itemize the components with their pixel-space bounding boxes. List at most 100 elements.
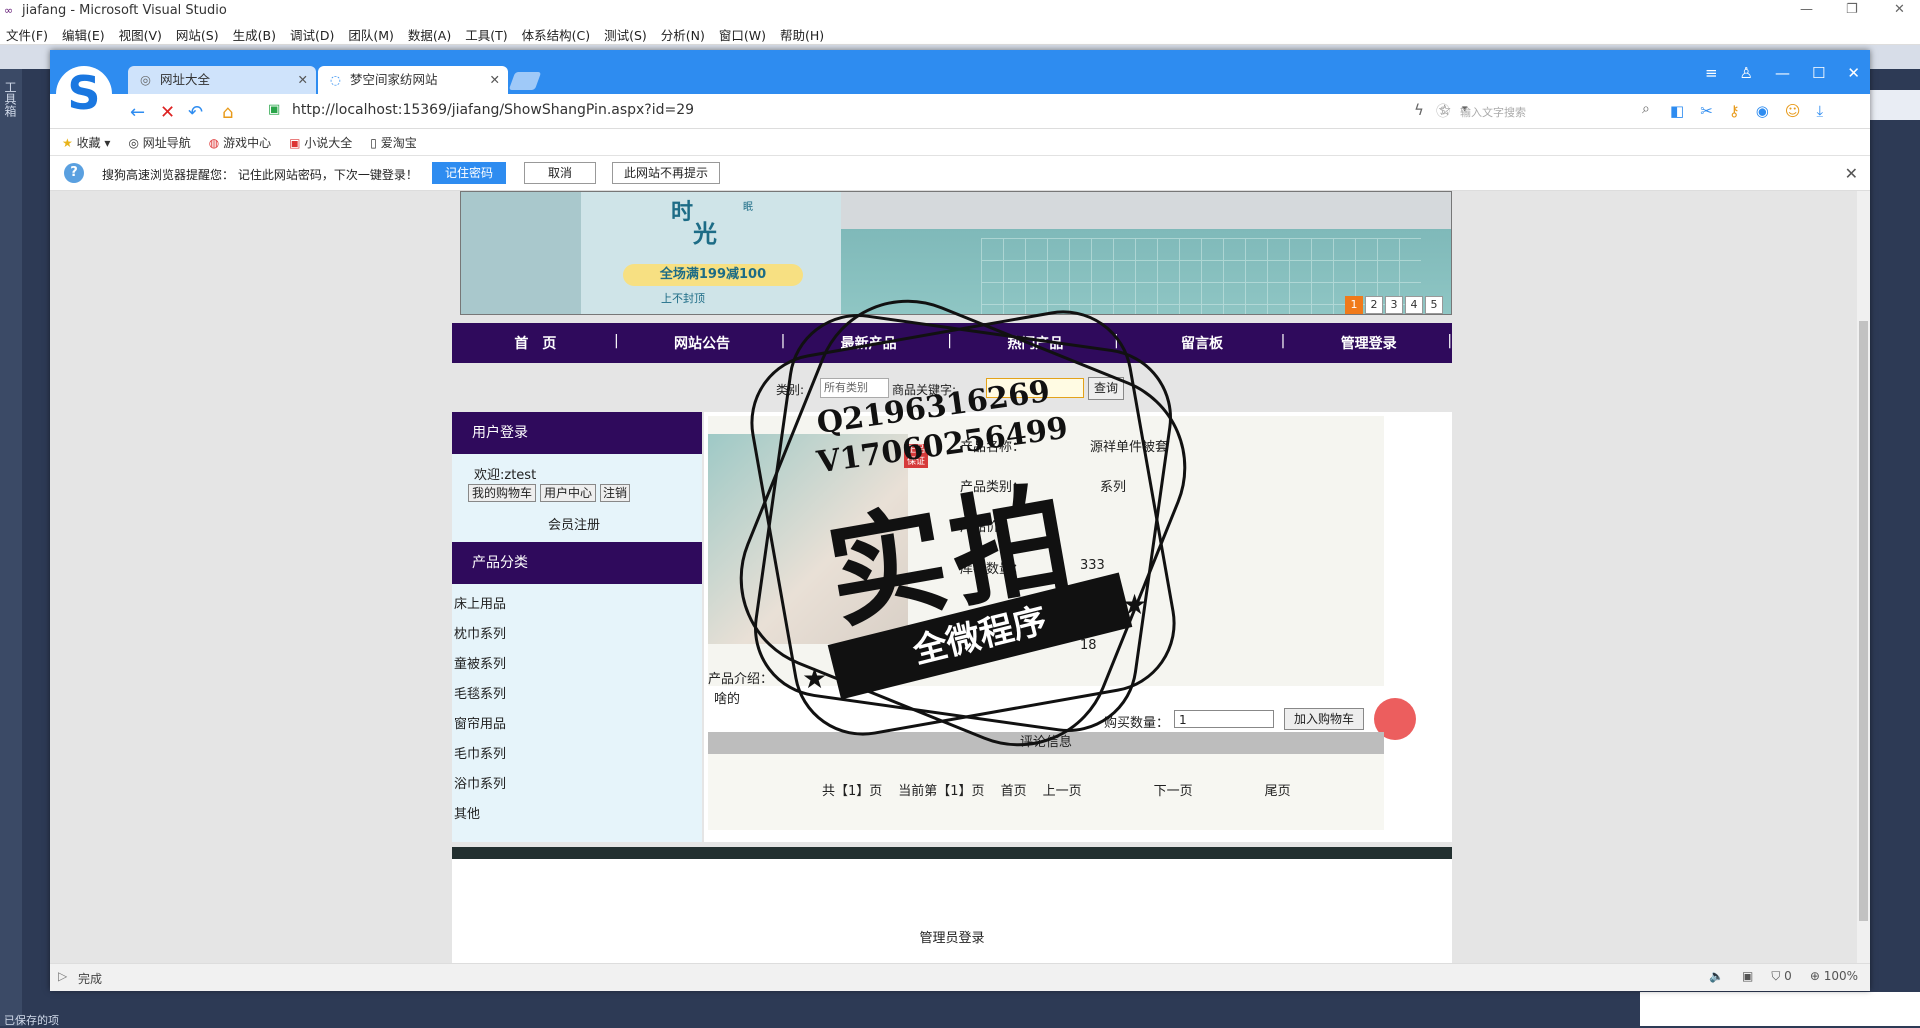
category-item[interactable]: 其他 [452, 800, 702, 830]
category-item[interactable]: 毛巾系列 [452, 740, 702, 770]
emoji-icon[interactable]: ☺ [1785, 102, 1801, 120]
vs-restore-icon[interactable]: ❐ [1846, 2, 1858, 17]
nav-home[interactable]: 首 页 [452, 333, 619, 353]
zoom-control[interactable]: ⊕ 100% [1810, 969, 1858, 984]
my-cart-button[interactable]: 我的购物车 [468, 484, 536, 502]
pager-prev[interactable]: 上一页 [1043, 780, 1082, 799]
vs-menu-item[interactable]: 视图(V) [119, 25, 162, 44]
maximize-icon[interactable]: ☐ [1812, 64, 1825, 82]
vs-status-label: 已保存的项 [4, 1014, 59, 1027]
nav-message-board[interactable]: 留言板 [1119, 333, 1286, 353]
banner-page-3[interactable]: 3 [1385, 296, 1403, 314]
minimize-icon[interactable]: — [1775, 64, 1790, 82]
category-item[interactable]: 枕巾系列 [452, 620, 702, 650]
skin-icon[interactable]: ♙ [1740, 64, 1753, 82]
vs-menu-bar: 文件(F) 编辑(E) 视图(V) 网站(S) 生成(B) 调试(D) 团队(M) 数据(A)… [0, 22, 1920, 45]
lightning-icon[interactable]: ϟ [1414, 101, 1424, 119]
remember-password-button[interactable]: 记住密码 [432, 162, 506, 184]
shield-counter[interactable]: ⛉ 0 [1771, 969, 1791, 984]
capture-icon[interactable]: ▣ [1742, 969, 1753, 984]
pager-last[interactable]: 尾页 [1265, 780, 1291, 799]
bookmark-favorites[interactable]: ★ 收藏 ▾ [62, 134, 110, 151]
vs-menu-item[interactable]: 生成(B) [233, 25, 276, 44]
home-icon[interactable]: ⌂ [222, 102, 233, 123]
nav-admin-login[interactable]: 管理登录 [1285, 333, 1452, 353]
new-tab-button[interactable] [508, 72, 542, 90]
globe-icon: ◎ [140, 72, 151, 87]
close-icon[interactable]: ✕ [1845, 164, 1858, 183]
banner-page-5[interactable]: 5 [1425, 296, 1443, 314]
keyword-input[interactable] [986, 378, 1084, 398]
category-item[interactable]: 窗帘用品 [452, 710, 702, 740]
never-remind-button[interactable]: 此网站不再提示 [612, 162, 720, 184]
volume-icon[interactable]: 🔈 [1709, 969, 1724, 984]
vs-minimize-icon[interactable]: — [1800, 2, 1813, 17]
toolbox-tab[interactable]: 工具箱 [3, 81, 19, 117]
add-to-cart-button[interactable]: 加入购物车 [1284, 708, 1364, 730]
quantity-input[interactable]: 1 [1174, 710, 1274, 728]
logout-button[interactable]: 注销 [600, 484, 630, 502]
pager-first[interactable]: 首页 [1001, 780, 1027, 799]
bookmark-games[interactable]: ◍ 游戏中心 [209, 134, 271, 151]
tab-close-icon[interactable]: ✕ [490, 66, 500, 94]
register-link[interactable]: 会员注册 [548, 514, 600, 533]
vs-close-icon[interactable]: ✕ [1894, 2, 1905, 17]
vs-menu-item[interactable]: 工具(T) [465, 25, 507, 44]
vs-menu-item[interactable]: 编辑(E) [62, 25, 105, 44]
category-item[interactable]: 童被系列 [452, 650, 702, 680]
undo-icon[interactable]: ↶ [188, 102, 203, 123]
bookmark-items: ★ 收藏 ▾ ◎ 网址导航 ◍ 游戏中心 ▣ 小说大全 ▯ 爱淘宝 [62, 134, 417, 151]
vs-menu-item[interactable]: 分析(N) [661, 25, 705, 44]
stop-icon[interactable]: ✕ [160, 102, 175, 123]
search-placeholder: 输入文字搜索 [1460, 106, 1526, 119]
tab-url-directory[interactable]: ◎ 网址大全 ✕ [128, 66, 316, 94]
nav-new-products[interactable]: 最新产品 [785, 333, 952, 353]
bookmark-novels[interactable]: ▣ 小说大全 [289, 134, 352, 151]
vs-menu-item[interactable]: 测试(S) [604, 25, 647, 44]
back-icon[interactable]: ← [130, 102, 145, 123]
vertical-scrollbar[interactable] [1857, 191, 1870, 963]
vs-menu-item[interactable]: 帮助(H) [780, 25, 824, 44]
category-item[interactable]: 浴巾系列 [452, 770, 702, 800]
key-icon[interactable]: ⚷ [1729, 102, 1740, 120]
translate-icon[interactable]: ◧ [1670, 102, 1684, 120]
category-item[interactable]: 床上用品 [452, 590, 702, 620]
banner-page-2[interactable]: 2 [1365, 296, 1383, 314]
banner-page-1[interactable]: 1 [1345, 296, 1363, 314]
admin-login-link[interactable]: 管理员登录 [452, 927, 1452, 946]
url-bar[interactable]: ▣ http://localhost:15369/jiafang/ShowSha… [268, 99, 1468, 123]
vs-menu-item[interactable]: 团队(M) [348, 25, 394, 44]
product-search-row: 类别: 所有类别 商品关键字: 查询 [452, 371, 1452, 405]
vs-menu-item[interactable]: 窗口(W) [719, 25, 766, 44]
tab-active-site[interactable]: ◌ 梦空间家纺网站 ✕ [318, 66, 508, 94]
user-center-button[interactable]: 用户中心 [540, 484, 596, 502]
pager-gap [1098, 780, 1138, 799]
search-icon[interactable]: ⌕ [1642, 101, 1650, 117]
bookmark-taobao[interactable]: ▯ 爱淘宝 [370, 134, 416, 151]
comment-pager: 共【1】页 当前第【1】页 首页 上一页 下一页 尾页 [708, 754, 1384, 830]
url-text[interactable]: http://localhost:15369/jiafang/ShowShang… [292, 102, 694, 118]
sidebar-toggle-icon[interactable]: ▷ [58, 969, 67, 983]
category-select[interactable]: 所有类别 [820, 378, 889, 398]
vs-menu-item[interactable]: 文件(F) [6, 25, 48, 44]
tab-close-icon[interactable]: ✕ [298, 66, 308, 94]
close-icon[interactable]: ✕ [1847, 64, 1860, 82]
bookmark-nav[interactable]: ◎ 网址导航 [128, 134, 190, 151]
scrollbar-thumb[interactable] [1859, 321, 1868, 921]
nav-notice[interactable]: 网站公告 [619, 333, 786, 353]
scissors-icon[interactable]: ✂ [1700, 102, 1713, 120]
banner-page-4[interactable]: 4 [1405, 296, 1423, 314]
query-button[interactable]: 查询 [1088, 377, 1124, 400]
welcome-text: 欢迎:ztest [474, 468, 537, 483]
vs-menu-item[interactable]: 调试(D) [290, 25, 334, 44]
vs-menu-item[interactable]: 体系结构(C) [522, 25, 590, 44]
vs-menu-item[interactable]: 数据(A) [408, 25, 451, 44]
pager-next[interactable]: 下一页 [1154, 780, 1193, 799]
nav-hot-products[interactable]: 热门产品 [952, 333, 1119, 353]
cancel-button[interactable]: 取消 [524, 162, 596, 184]
vs-menu-item[interactable]: 网站(S) [176, 25, 219, 44]
download-icon[interactable]: ⤓ [1817, 102, 1824, 120]
capture-icon[interactable]: ◉ [1756, 102, 1769, 120]
menu-icon[interactable]: ≡ [1705, 64, 1718, 82]
category-item[interactable]: 毛毯系列 [452, 680, 702, 710]
